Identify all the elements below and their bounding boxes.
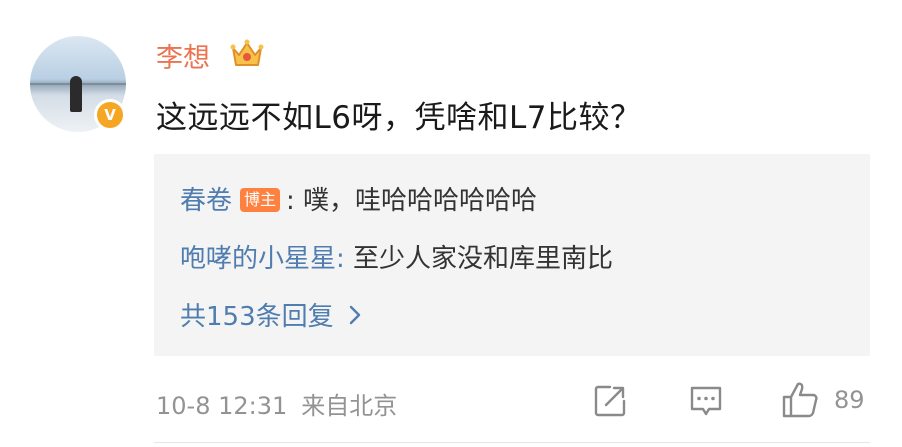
reply-text: 至少人家没和库里南比	[344, 244, 614, 274]
reply-text: 噗，哇哈哈哈哈哈哈	[294, 186, 538, 216]
more-replies-link[interactable]: 共153条回复	[180, 296, 362, 333]
comment-text: 这远远不如L6呀，凭啥和L7比较？	[156, 100, 642, 136]
share-icon[interactable]	[592, 383, 628, 419]
replies-box[interactable]: 春卷 博主: 噗，哇哈哈哈哈哈哈 咆哮的小星星: 至少人家没和库里南比 共153条…	[154, 154, 870, 356]
crown-icon	[230, 39, 264, 66]
comment-meta: 10-8 12:31 来自北京	[156, 386, 397, 421]
reply-item[interactable]: 春卷 博主: 噗，哇哈哈哈哈哈哈	[180, 180, 537, 217]
like-count: 89	[834, 386, 865, 414]
chevron-right-icon	[349, 305, 360, 324]
reply-author[interactable]: 春卷	[180, 186, 232, 216]
verified-badge-icon: V	[94, 99, 126, 131]
reply-separator: :	[286, 186, 295, 216]
comment-location: 来自北京	[301, 392, 398, 420]
comment-time: 10-8 12:31	[156, 392, 288, 420]
like-icon[interactable]	[780, 381, 820, 419]
comment-icon[interactable]	[688, 383, 724, 419]
username[interactable]: 李想	[156, 36, 210, 75]
more-replies-label: 共153条回复	[180, 302, 334, 332]
host-tag: 博主	[240, 188, 281, 212]
reply-author[interactable]: 咆哮的小星星	[180, 244, 336, 274]
reply-separator: :	[336, 244, 345, 274]
divider	[154, 442, 870, 443]
avatar-figure	[70, 76, 82, 112]
reply-item[interactable]: 咆哮的小星星: 至少人家没和库里南比	[180, 238, 613, 275]
